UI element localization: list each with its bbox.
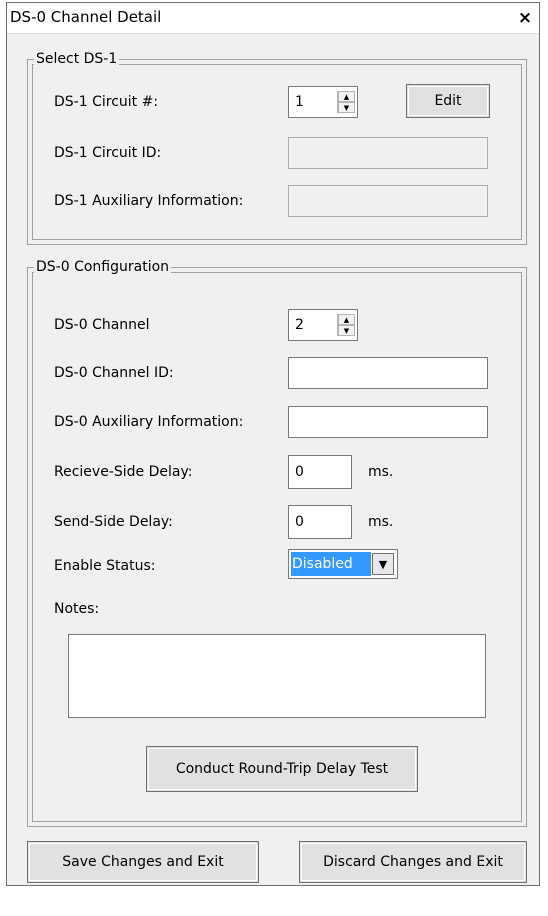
spin-up-icon[interactable]: ▲	[338, 314, 355, 325]
dialog-window: DS-0 Channel Detail × Select DS-1 DS-1 C…	[6, 2, 540, 886]
enable-status-select[interactable]: Disabled ▼	[288, 549, 398, 579]
chevron-down-icon[interactable]: ▼	[372, 553, 394, 575]
ds0-channel-label: DS-0 Channel	[54, 317, 150, 333]
enable-status-label: Enable Status:	[54, 558, 156, 574]
discard-changes-button-label: Discard Changes and Exit	[323, 854, 503, 870]
receive-delay-field[interactable]: 0	[288, 455, 352, 489]
ds1-aux-field	[288, 185, 488, 217]
round-trip-delay-button-label: Conduct Round-Trip Delay Test	[175, 761, 389, 777]
notes-label: Notes:	[54, 601, 100, 617]
ds1-circuit-spinner[interactable]: 1 ▲ ▼	[288, 86, 358, 118]
select-ds1-legend: Select DS-1	[34, 51, 120, 67]
send-delay-field[interactable]: 0	[288, 505, 352, 539]
save-changes-button-label: Save Changes and Exit	[62, 854, 224, 870]
spin-up-icon[interactable]: ▲	[338, 91, 355, 102]
title-bar: DS-0 Channel Detail ×	[7, 3, 539, 34]
spin-down-icon[interactable]: ▼	[338, 325, 355, 336]
receive-delay-unit: ms.	[368, 464, 394, 480]
notes-textarea[interactable]	[68, 634, 486, 718]
ds1-circuit-label: DS-1 Circuit #:	[54, 94, 159, 110]
ds0-aux-label: DS-0 Auxiliary Information:	[54, 414, 244, 430]
ds0-configuration-group: DS-0 Configuration DS-0 Channel 2 ▲ ▼ DS…	[27, 259, 527, 827]
spin-down-icon[interactable]: ▼	[338, 102, 355, 113]
close-icon[interactable]: ×	[517, 10, 533, 27]
discard-changes-button[interactable]: Discard Changes and Exit	[299, 841, 527, 883]
ds0-channel-id-field[interactable]	[288, 357, 488, 389]
edit-button[interactable]: Edit	[406, 84, 490, 118]
ds0-configuration-legend: DS-0 Configuration	[34, 259, 172, 275]
select-ds1-group: Select DS-1 DS-1 Circuit #: 1 ▲ ▼ Edit D…	[27, 51, 527, 245]
send-delay-label: Send-Side Delay:	[54, 514, 173, 530]
enable-status-value: Disabled	[291, 552, 371, 576]
ds1-circuit-id-label: DS-1 Circuit ID:	[54, 145, 162, 161]
save-changes-button[interactable]: Save Changes and Exit	[27, 841, 259, 883]
window-title: DS-0 Channel Detail	[10, 8, 162, 26]
round-trip-delay-button[interactable]: Conduct Round-Trip Delay Test	[146, 746, 418, 792]
edit-button-label: Edit	[434, 93, 462, 109]
ds1-aux-label: DS-1 Auxiliary Information:	[54, 193, 244, 209]
ds0-channel-value: 2	[295, 317, 304, 333]
ds0-channel-id-label: DS-0 Channel ID:	[54, 365, 174, 381]
send-delay-unit: ms.	[368, 514, 394, 530]
ds1-circuit-id-field	[288, 137, 488, 169]
ds0-aux-field[interactable]	[288, 406, 488, 438]
receive-delay-label: Recieve-Side Delay:	[54, 464, 193, 480]
ds0-channel-spinner[interactable]: 2 ▲ ▼	[288, 309, 358, 341]
ds1-circuit-value: 1	[295, 94, 304, 110]
